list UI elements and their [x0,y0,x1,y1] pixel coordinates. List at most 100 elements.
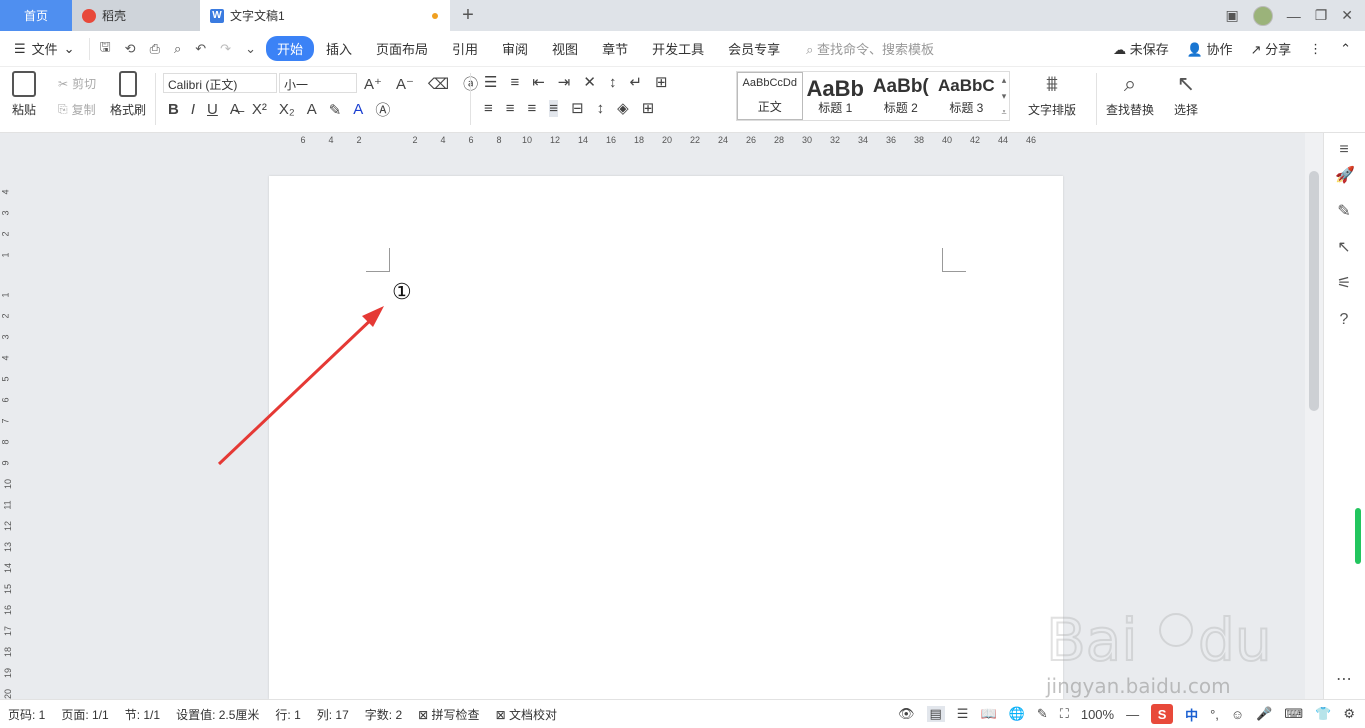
vertical-ruler[interactable]: 4 3 2 1 1 2 3 4 5 6 7 8 9 10 11 12 13 14 15 16 17 18 19 20 [0,149,16,699]
undo-icon[interactable]: ↶ [195,41,206,57]
print-preview-icon[interactable]: ⌕ [174,41,181,57]
horizontal-ruler[interactable]: 6 4 2 2 4 6 8 10 12 14 16 18 20 22 24 26 28 30 32 34 36 38 40 4… [0,133,1305,149]
outline-view-icon[interactable]: ☰ [957,706,969,722]
eye-icon[interactable]: 👁 [898,706,915,722]
share-button[interactable]: ↗ 分享 [1251,39,1292,58]
pen-icon[interactable]: ✎ [1335,203,1353,221]
distribute-icon[interactable]: ⊟ [571,99,584,117]
collapse-ribbon-icon[interactable]: ⌃ [1340,41,1351,57]
font-color-icon[interactable]: A [353,101,363,118]
help-icon[interactable]: ? [1335,311,1353,329]
vertical-scrollbar[interactable] [1305,133,1323,699]
ime-punct-icon[interactable]: °, [1210,707,1219,722]
select-button[interactable]: ↖ 选择 [1174,71,1198,118]
text-layout-button[interactable]: ⩩ 文字排版 [1028,71,1076,118]
status-pages[interactable]: 页面: 1/1 [53,706,116,723]
command-search-input[interactable]: ⌕ 查找命令、搜索模板 [806,39,934,58]
document-text[interactable]: ① [392,280,412,305]
redo-icon[interactable]: ↷ [220,41,231,57]
line-spacing-icon[interactable]: ↕ [597,100,605,117]
status-row[interactable]: 行: 1 [267,706,308,723]
reading-view-icon[interactable]: 📖 [980,706,996,722]
chevron-down-icon[interactable]: ▾ [1002,91,1007,102]
borders-icon[interactable]: ⊞ [642,99,655,117]
minimize-icon[interactable]: — [1287,8,1301,24]
style-heading-3[interactable]: AaBbC 标题 3 [934,72,1000,120]
page-view-icon[interactable]: ▤ [926,706,945,722]
tab-home[interactable]: 首页 [0,0,72,31]
underline-icon[interactable]: U [207,101,218,118]
strikethrough-icon[interactable]: A̶ [230,101,240,118]
menu-developer[interactable]: 开发工具 [640,39,716,58]
save-icon[interactable]: 🖫 [100,38,111,60]
rocket-icon[interactable]: 🚀 [1335,167,1355,185]
increase-indent-icon[interactable]: ⇥ [558,73,571,91]
status-page[interactable]: 页码: 1 [0,706,53,723]
paste-button[interactable]: 粘贴 [12,71,36,118]
collab-button[interactable]: 👤 协作 [1187,39,1233,58]
menu-sections[interactable]: 章节 [590,39,640,58]
menu-references[interactable]: 引用 [440,39,490,58]
show-marks-icon[interactable]: ↵ [629,73,642,91]
ime-logo-icon[interactable]: S [1151,704,1174,724]
settings-sliders-icon[interactable]: ⚟ [1335,275,1353,293]
style-gallery-scroll[interactable]: ▴ ▾ ⩡ [999,72,1009,120]
close-icon[interactable]: ✕ [1341,7,1353,24]
justify-icon[interactable]: ≡ [549,99,559,117]
scrollbar-thumb[interactable] [1309,171,1319,411]
style-normal[interactable]: AaBbCcDd 正文 [737,72,803,120]
menu-member[interactable]: 会员专享 [716,39,792,58]
menu-insert[interactable]: 插入 [314,39,364,58]
more-icon[interactable]: ⋮ [1309,41,1322,57]
status-setting[interactable]: 设置值: 2.5厘米 [168,706,267,723]
numbered-list-icon[interactable]: ≡ [510,74,519,91]
maximize-icon[interactable]: ❐ [1315,7,1328,24]
multi-window-icon[interactable]: ▣ [1225,7,1238,24]
format-painter-button[interactable]: 格式刷 [110,71,146,118]
tab-document[interactable]: W 文字文稿1 [200,0,450,31]
menu-lines-icon[interactable]: ≡ [1335,141,1353,159]
new-tab-button[interactable]: + [450,0,486,31]
spell-check-button[interactable]: ⊠ 拼写检查 [410,706,487,723]
ime-chinese-icon[interactable]: 中 [1185,705,1198,724]
menu-home[interactable]: 开始 [265,36,314,61]
shrink-font-icon[interactable]: A⁻ [396,75,414,93]
export-icon[interactable]: ⟲ [125,41,136,57]
align-left-icon[interactable]: ≡ [484,100,493,117]
style-heading-2[interactable]: AaBb( 标题 2 [868,72,934,120]
font-name-select[interactable]: Calibri (正文) [163,73,277,93]
text-effect-icon[interactable]: A [307,101,317,118]
highlight-icon[interactable]: ✎ [329,101,342,119]
grow-font-icon[interactable]: A⁺ [364,75,382,93]
char-border-icon[interactable]: Ⓐ [375,99,390,120]
menu-review[interactable]: 审阅 [490,39,540,58]
status-words[interactable]: 字数: 2 [357,706,410,723]
sort-icon[interactable]: ↕ [609,74,617,91]
fit-page-icon[interactable]: ⛶ [1060,706,1069,722]
clear-format-icon[interactable]: ⌫ [428,75,449,93]
unsaved-status[interactable]: ☁ 未保存 [1113,39,1169,58]
document-page[interactable]: ① [269,176,1063,699]
zoom-out-icon[interactable]: — [1126,707,1139,722]
decrease-indent-icon[interactable]: ⇤ [532,73,545,91]
microphone-icon[interactable]: 🎤 [1256,706,1272,722]
superscript-icon[interactable]: X² [252,101,267,118]
subscript-icon[interactable]: X₂ [279,101,295,118]
status-section[interactable]: 节: 1/1 [117,706,168,723]
print-icon[interactable]: ⎙ [150,41,160,57]
pointer-icon[interactable]: ↖ [1335,239,1353,257]
file-menu-button[interactable]: ☰ 文件 ⌄ [0,39,89,58]
web-view-icon[interactable]: 🌐 [1009,706,1025,722]
bold-icon[interactable]: B [168,101,179,118]
bullet-list-icon[interactable]: ☰ [484,73,497,91]
expand-icon[interactable]: ⩡ [1002,107,1007,118]
tab-daoke[interactable]: 稻壳 [72,0,200,31]
keyboard-icon[interactable]: ⌨ [1284,706,1303,722]
style-heading-1[interactable]: AaBb 标题 1 [803,72,869,120]
chevron-up-icon[interactable]: ▴ [1002,75,1007,86]
cut-button[interactable]: ✂ 剪切 [58,75,96,92]
copy-button[interactable]: ⎘ 复制 [58,101,96,118]
customize-icon[interactable]: ⌄ [245,41,256,57]
font-size-select[interactable]: 小一 [279,73,357,93]
table-insert-icon[interactable]: ⊞ [655,73,668,91]
